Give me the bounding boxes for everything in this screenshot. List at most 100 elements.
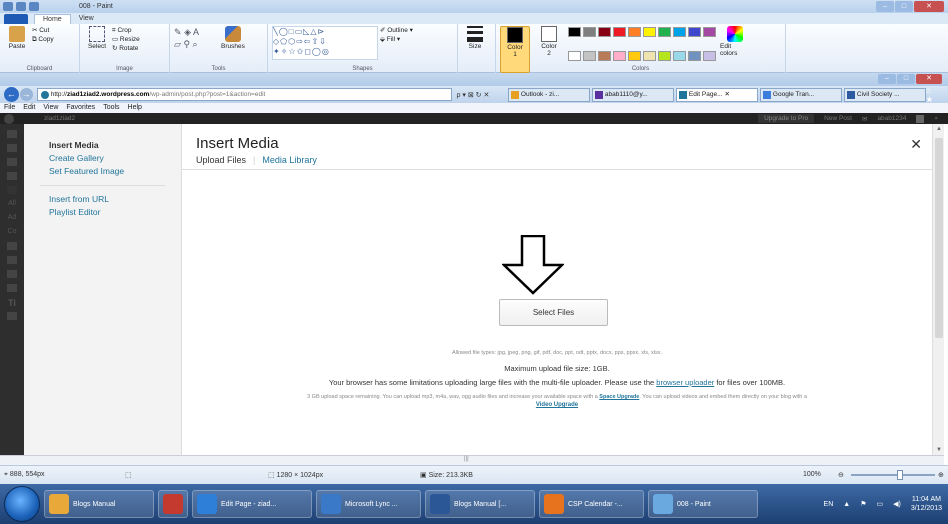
paint-maximize-button[interactable]: □	[895, 1, 913, 12]
menu-playlist-editor[interactable]: Playlist Editor	[24, 206, 181, 219]
menu-insert-media[interactable]: Insert Media	[24, 139, 181, 152]
browser-close-button[interactable]: ✕	[916, 74, 942, 84]
close-icon[interactable]: ✕	[910, 136, 922, 153]
scroll-down-icon[interactable]: ▼	[933, 447, 945, 453]
browser-tab[interactable]: Outlook - zi...	[507, 87, 590, 102]
back-button[interactable]: ←	[4, 87, 19, 102]
tray-expand-icon[interactable]: ▲	[843, 501, 850, 508]
color-picker-icon[interactable]: ⚲	[183, 39, 190, 49]
palette-swatch[interactable]	[583, 27, 596, 37]
palette-swatch[interactable]	[643, 27, 656, 37]
palette-swatch[interactable]	[598, 27, 611, 37]
taskbar-button[interactable]: Edit Page - ziad...	[192, 490, 312, 518]
outline-button[interactable]: ✐ Outline ▾	[380, 26, 413, 35]
language-indicator[interactable]: EN	[824, 501, 834, 508]
browser-minimize-button[interactable]: –	[878, 74, 896, 84]
magnifier-icon[interactable]: ⌕	[193, 39, 198, 49]
browser-tab[interactable]: Civil Society ...	[843, 87, 926, 102]
select-button[interactable]: Select	[84, 26, 110, 50]
palette-swatch[interactable]	[568, 51, 581, 61]
fill-bucket-icon[interactable]: ◈	[184, 27, 191, 37]
address-bar[interactable]: http://ziad1ziad2.wordpress.com/wp-admin…	[36, 88, 453, 101]
paint-minimize-button[interactable]: –	[876, 1, 894, 12]
media-menu-icon[interactable]	[7, 172, 17, 180]
fill-button[interactable]: ⬙ Fill ▾	[380, 35, 413, 44]
flag-icon[interactable]: ⚑	[860, 500, 866, 508]
menu-tools[interactable]: Tools	[103, 103, 119, 113]
taskbar-button[interactable]	[158, 490, 188, 518]
select-files-button[interactable]: Select Files	[499, 299, 608, 326]
palette-swatch[interactable]	[658, 27, 671, 37]
browser-uploader-link[interactable]: browser uploader	[656, 378, 714, 387]
pages-menu-icon[interactable]	[7, 186, 17, 194]
avatar[interactable]	[916, 114, 925, 123]
zoom-out-icon[interactable]: ⊖	[838, 471, 844, 479]
palette-swatch[interactable]	[613, 27, 626, 37]
users-menu-icon[interactable]	[7, 270, 17, 278]
browser-tab[interactable]: Edit Page... ✕	[675, 87, 758, 102]
paint-close-button[interactable]: ✕	[914, 1, 944, 12]
video-upgrade-link[interactable]: Video Upgrade	[182, 402, 932, 408]
palette-swatch[interactable]	[628, 27, 641, 37]
taskbar-button[interactable]: 008 - Paint	[648, 490, 758, 518]
upgrade-pro-button[interactable]: Upgrade to Pro	[758, 114, 815, 123]
user-menu[interactable]: abab1234	[877, 115, 906, 122]
address-tools[interactable]: ρ ▾ ⊠ ↻ ✕	[456, 91, 507, 99]
menu-insert-from-url[interactable]: Insert from URL	[24, 193, 181, 206]
size-button[interactable]: Size	[462, 26, 488, 50]
menu-file[interactable]: File	[4, 103, 15, 113]
settings-menu-icon[interactable]	[7, 312, 17, 320]
store-menu-icon[interactable]	[7, 144, 17, 152]
site-name-link[interactable]: ziad1ziad2	[44, 115, 75, 122]
shapes-gallery[interactable]: ╲◯□▭◺△⊳ ◇⬠⬡⇨⇦⇧⇩ ✦✧☆✩◻◯◎	[272, 26, 378, 60]
tab-home[interactable]: Home	[34, 14, 71, 24]
menu-view[interactable]: View	[43, 103, 58, 113]
cut-button[interactable]: ✂ Cut	[32, 26, 54, 35]
menu-edit[interactable]: Edit	[23, 103, 35, 113]
search-icon[interactable]: ⌕	[934, 115, 938, 123]
menu-favorites[interactable]: Favorites	[66, 103, 95, 113]
tab-upload-files[interactable]: Upload Files	[196, 155, 246, 165]
paint-file-menu-button[interactable]	[4, 14, 28, 24]
rotate-button[interactable]: ↻ Rotate	[112, 44, 140, 53]
space-upgrade-link[interactable]: Space Upgrade	[599, 394, 639, 400]
taskbar-button[interactable]: CSP Calendar -...	[539, 490, 644, 518]
palette-swatch[interactable]	[703, 27, 716, 37]
clock[interactable]: 11:04 AM 3/12/2013	[911, 495, 942, 513]
palette-swatch[interactable]	[628, 51, 641, 61]
network-icon[interactable]: ▭	[877, 500, 884, 508]
wordpress-logo-icon[interactable]	[4, 113, 14, 124]
palette-swatch[interactable]	[643, 51, 656, 61]
palette-swatch[interactable]	[703, 51, 716, 61]
crop-button[interactable]: ⌗ Crop	[112, 26, 140, 35]
taskbar-button[interactable]: Microsoft Lync ...	[316, 490, 421, 518]
notifications-icon[interactable]: ✉	[862, 115, 867, 123]
tab-view[interactable]: View	[71, 14, 102, 24]
text-tool-icon[interactable]: A	[193, 27, 199, 37]
palette-swatch[interactable]	[598, 51, 611, 61]
taskbar-button[interactable]: Blogs Manual	[44, 490, 154, 518]
start-button[interactable]	[4, 486, 40, 522]
menu-create-gallery[interactable]: Create Gallery	[24, 152, 181, 165]
forward-button[interactable]: →	[19, 88, 33, 101]
zoom-slider[interactable]	[851, 470, 935, 480]
copy-button[interactable]: ⧉ Copy	[32, 35, 54, 44]
palette-swatch[interactable]	[688, 51, 701, 61]
palette-swatch[interactable]	[613, 51, 626, 61]
palette-swatch[interactable]	[568, 27, 581, 37]
brushes-button[interactable]: Brushes	[220, 26, 246, 50]
menu-help[interactable]: Help	[128, 103, 142, 113]
vertical-scrollbar[interactable]: ▲ ▼	[932, 124, 944, 455]
scrollbar-thumb[interactable]	[935, 138, 943, 338]
taskbar-button[interactable]: Blogs Manual [...	[425, 490, 535, 518]
save-icon[interactable]	[16, 2, 26, 11]
tab-close-icon[interactable]: ✕	[725, 89, 730, 101]
home-icon[interactable]: ⌂ ★	[926, 86, 948, 104]
undo-icon[interactable]	[29, 2, 39, 11]
palette-swatch[interactable]	[658, 51, 671, 61]
palette-swatch[interactable]	[673, 27, 686, 37]
zoom-slider-thumb[interactable]	[896, 470, 903, 480]
scroll-grip[interactable]: |||	[464, 456, 469, 462]
feedback-menu-icon[interactable]	[7, 242, 17, 250]
palette-swatch[interactable]	[688, 27, 701, 37]
